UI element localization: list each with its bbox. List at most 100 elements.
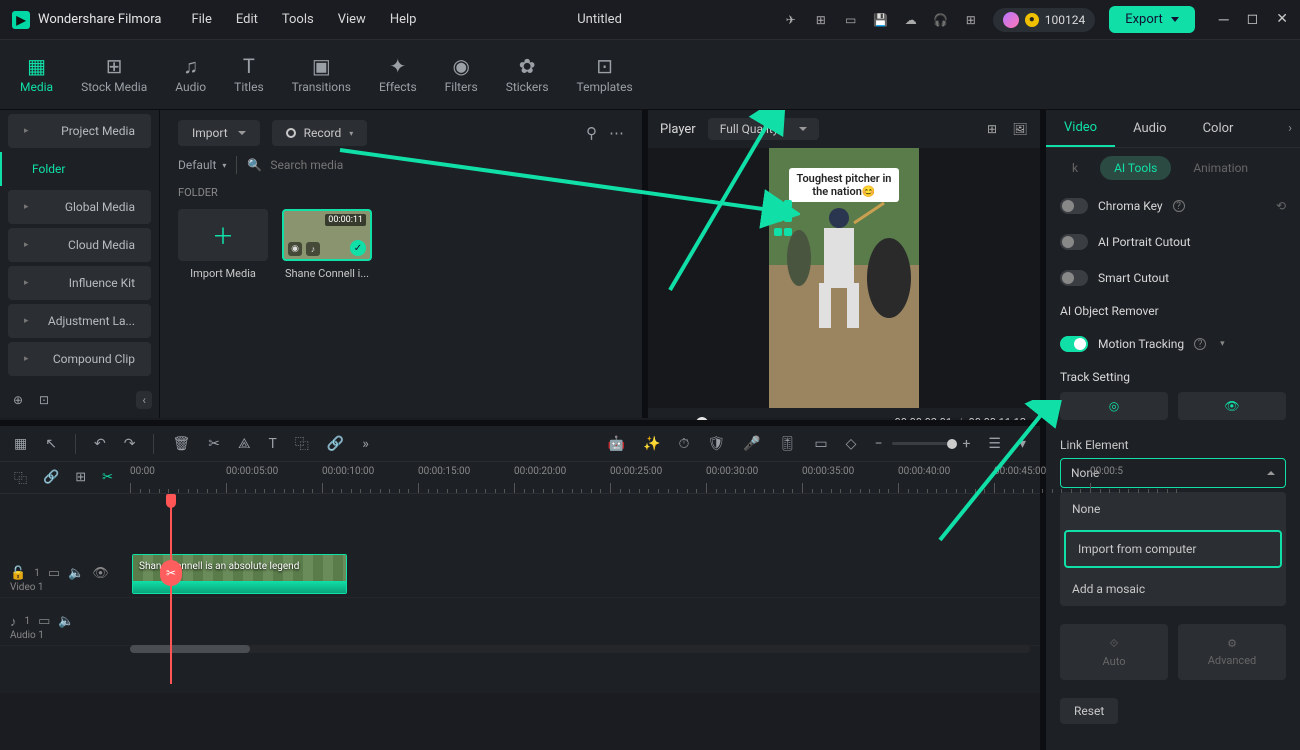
ruler-link-icon[interactable]: 🔗 [43, 470, 59, 485]
zoom-slider[interactable] [892, 442, 952, 445]
layout-icon[interactable]: ⊞ [984, 121, 1000, 137]
sidebar-folder[interactable]: Folder [0, 152, 159, 186]
mute-track-icon[interactable]: 🔈 [58, 614, 74, 629]
zoom-in-button[interactable]: + [962, 436, 970, 452]
headphone-icon[interactable]: 🎧 [933, 12, 949, 28]
tl-shield-icon[interactable]: 🛡 [707, 436, 725, 452]
playhead-cut-icon[interactable]: ✂ [160, 560, 182, 586]
tab-audio-props[interactable]: Audio [1115, 111, 1184, 146]
tl-delete-icon[interactable]: 🗑 [172, 436, 190, 452]
timeline-scrollbar[interactable] [130, 645, 1030, 653]
tab-filters[interactable]: ◉Filters [445, 56, 478, 94]
menu-file[interactable]: File [191, 12, 211, 27]
tl-more-icon[interactable]: » [362, 436, 369, 452]
media-clip-tile[interactable]: 00:00:11 ◉♪ ✓ Shane Connell i... [282, 209, 372, 280]
track-target-button[interactable]: ◎ [1060, 392, 1168, 420]
cloud-icon[interactable]: ☁ [903, 12, 919, 28]
tab-transitions[interactable]: ▣Transitions [292, 56, 351, 94]
menu-tools[interactable]: Tools [282, 12, 314, 27]
tab-video[interactable]: Video [1046, 110, 1115, 147]
tab-templates[interactable]: ⊡Templates [577, 56, 633, 94]
tl-undo-icon[interactable]: ↶ [94, 436, 106, 452]
filter-icon[interactable]: ⚲ [586, 124, 597, 142]
close-button[interactable]: ✕ [1276, 11, 1288, 28]
bin-icon[interactable]: ⊡ [34, 390, 54, 410]
minimize-button[interactable]: ─ [1219, 11, 1229, 28]
tl-select-icon[interactable]: ↖ [45, 436, 57, 452]
opt-ai-portrait[interactable]: AI Portrait Cutout [1046, 224, 1300, 260]
tabs-next-icon[interactable]: › [1280, 111, 1300, 146]
tl-speed-icon[interactable]: ⏱ [679, 436, 690, 452]
tl-marker-icon[interactable]: ◇ [846, 436, 857, 452]
tl-link-icon[interactable]: 🔗 [327, 436, 344, 452]
lock-icon[interactable]: 🔓 [10, 566, 26, 581]
tl-mic-icon[interactable]: 🎤 [743, 436, 760, 452]
quality-dropdown[interactable]: Full Quality [708, 118, 819, 140]
chevron-down-icon[interactable]: ▾ [1220, 339, 1225, 349]
playhead[interactable]: ✂ [170, 494, 172, 684]
reset-icon[interactable]: ⟲ [1276, 199, 1286, 213]
new-folder-icon[interactable]: ⊕ [8, 390, 28, 410]
menu-view[interactable]: View [338, 12, 366, 27]
tl-mixer-icon[interactable]: 🎚 [779, 436, 797, 452]
monitor-icon[interactable]: ▭ [843, 12, 859, 28]
tracker-handle[interactable] [773, 198, 793, 233]
tl-settings-icon[interactable]: ▾ [1019, 436, 1026, 452]
tab-audio[interactable]: ♫Audio [175, 56, 206, 94]
sort-default[interactable]: Default▾ [178, 158, 226, 172]
record-dropdown[interactable]: Record▾ [272, 120, 368, 146]
credits-pill[interactable]: ● 100124 [993, 8, 1095, 32]
help-icon[interactable]: ? [1173, 200, 1185, 212]
collapse-sidebar-button[interactable]: ‹ [136, 391, 152, 409]
import-media-tile[interactable]: ＋ Import Media [178, 209, 268, 280]
project-media-button[interactable]: ▸Project Media [8, 114, 151, 148]
mute-track-icon[interactable]: 🔈 [68, 566, 84, 581]
opt-motion-tracking[interactable]: Motion Tracking?▾ [1046, 326, 1300, 362]
maximize-button[interactable]: ◻ [1247, 11, 1259, 28]
track-target-icon[interactable]: ▭ [48, 566, 60, 581]
tl-ai-icon[interactable]: 🤖 [608, 436, 625, 452]
video-preview[interactable]: Toughest pitcher in the nation😊 [648, 148, 1040, 408]
share-icon[interactable]: ✈ [783, 12, 799, 28]
snapshot-quick-icon[interactable]: 🖼 [1012, 121, 1028, 137]
tl-magnet-icon[interactable]: ▦ [14, 436, 27, 452]
opt-object-remover[interactable]: AI Object Remover [1046, 296, 1300, 326]
search-media[interactable]: 🔍 [247, 158, 470, 172]
tl-cut-icon[interactable]: ✂ [208, 436, 220, 452]
subtab-basic[interactable]: k [1058, 156, 1092, 180]
tab-color[interactable]: Color [1185, 111, 1252, 146]
tl-enhance-icon[interactable]: ✨ [643, 436, 660, 452]
tl-copy-icon[interactable]: ⿻ [295, 434, 309, 454]
track-preview-button[interactable]: 👁 [1178, 392, 1286, 420]
tl-frame-icon[interactable]: ▭ [814, 436, 827, 452]
reset-button[interactable]: Reset [1060, 698, 1118, 724]
tl-redo-icon[interactable]: ↷ [124, 436, 136, 452]
sidebar-adjustment-layer[interactable]: ▸Adjustment La... [8, 304, 151, 338]
save-icon[interactable]: 💾 [873, 12, 889, 28]
sidebar-global-media[interactable]: ▸Global Media [8, 190, 151, 224]
tl-grid-icon[interactable]: ☰ [988, 436, 1001, 452]
device-icon[interactable]: ⊞ [813, 12, 829, 28]
tab-titles[interactable]: TTitles [234, 56, 263, 94]
tl-crop-icon[interactable]: ⟁ [238, 436, 251, 452]
auto-track-button[interactable]: ⟐Auto [1060, 624, 1168, 680]
track-target-icon[interactable]: ▭ [38, 614, 50, 629]
dd-import-computer[interactable]: Import from computer [1064, 530, 1282, 568]
sidebar-compound-clip[interactable]: ▸Compound Clip [8, 342, 151, 376]
zoom-out-button[interactable]: − [874, 436, 882, 452]
export-button[interactable]: Export [1109, 6, 1195, 33]
advanced-track-button[interactable]: ⚙Advanced [1178, 624, 1286, 680]
tab-media[interactable]: ▦Media [20, 56, 53, 94]
opt-chroma-key[interactable]: Chroma Key?⟲ [1046, 188, 1300, 224]
tab-effects[interactable]: ✦Effects [379, 56, 417, 94]
ruler-cut-icon[interactable]: ✂ [102, 470, 113, 485]
menu-help[interactable]: Help [390, 12, 417, 27]
tl-text-icon[interactable]: T [268, 436, 276, 452]
tab-stock-media[interactable]: ⊞Stock Media [81, 56, 147, 94]
search-input[interactable] [270, 158, 470, 172]
sidebar-cloud-media[interactable]: ▸Cloud Media [8, 228, 151, 262]
lock-icon[interactable]: ♪ [10, 614, 17, 630]
sidebar-influence-kit[interactable]: ▸Influence Kit [8, 266, 151, 300]
more-icon[interactable]: ⋯ [609, 124, 624, 142]
subtab-animation[interactable]: Animation [1179, 156, 1262, 180]
